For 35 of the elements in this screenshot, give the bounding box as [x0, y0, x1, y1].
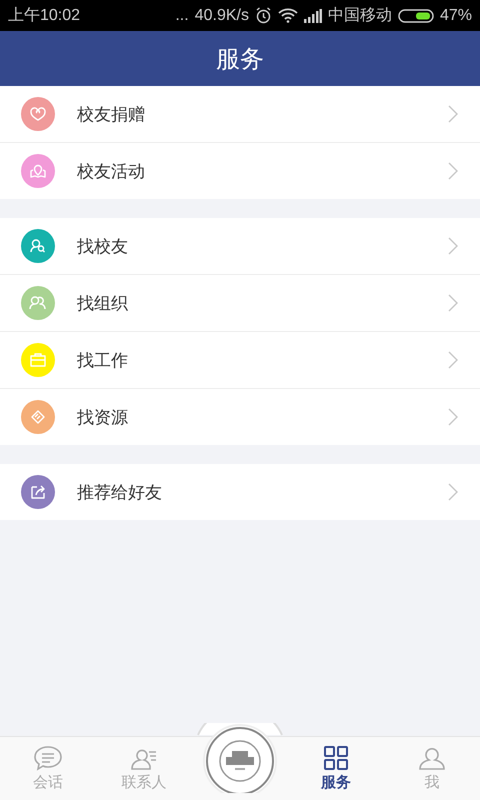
alarm-icon: [254, 7, 272, 24]
page-title: 服务: [216, 44, 264, 74]
menu-item[interactable]: 校友活动: [0, 143, 480, 199]
menu-label: 推荐给好友: [77, 482, 163, 504]
menu-label: 校友捐赠: [77, 104, 146, 126]
carrier-name: 中国移动: [328, 6, 392, 26]
menu-label: 找工作: [77, 350, 129, 372]
battery-icon: [398, 8, 434, 22]
wifi-icon: [278, 8, 298, 23]
chevron-icon: [448, 105, 458, 123]
status-time: 上午10:02: [8, 6, 80, 26]
signal-icon: [304, 8, 322, 22]
chat-bubble-icon: [33, 745, 63, 771]
menu-item[interactable]: 校友捐赠: [0, 86, 480, 143]
chevron-icon: [448, 483, 458, 501]
chevron-icon: [448, 408, 458, 426]
menu-item[interactable]: 找工作: [0, 332, 480, 389]
menu-label: 找组织: [77, 292, 129, 314]
chevron-icon: [448, 237, 458, 255]
menu-label: 校友活动: [77, 160, 146, 182]
menu-label: 找资源: [77, 406, 129, 428]
battery-percent: 47%: [440, 6, 472, 24]
chevron-icon: [448, 294, 458, 312]
chevron-icon: [448, 351, 458, 369]
menu-item[interactable]: 找资源: [0, 389, 480, 445]
menu-item[interactable]: 找组织: [0, 275, 480, 332]
chevron-icon: [448, 162, 458, 180]
menu-item[interactable]: 推荐给好友: [0, 464, 480, 520]
tab[interactable]: 服务: [288, 737, 384, 800]
menu-item[interactable]: 找校友: [0, 218, 480, 275]
network-speed: 40.9K/s: [194, 6, 249, 24]
person-icon: [417, 745, 447, 771]
menu-label: 找校友: [77, 236, 129, 258]
grid-icon: [321, 745, 351, 771]
status-dots: ...: [175, 6, 189, 24]
